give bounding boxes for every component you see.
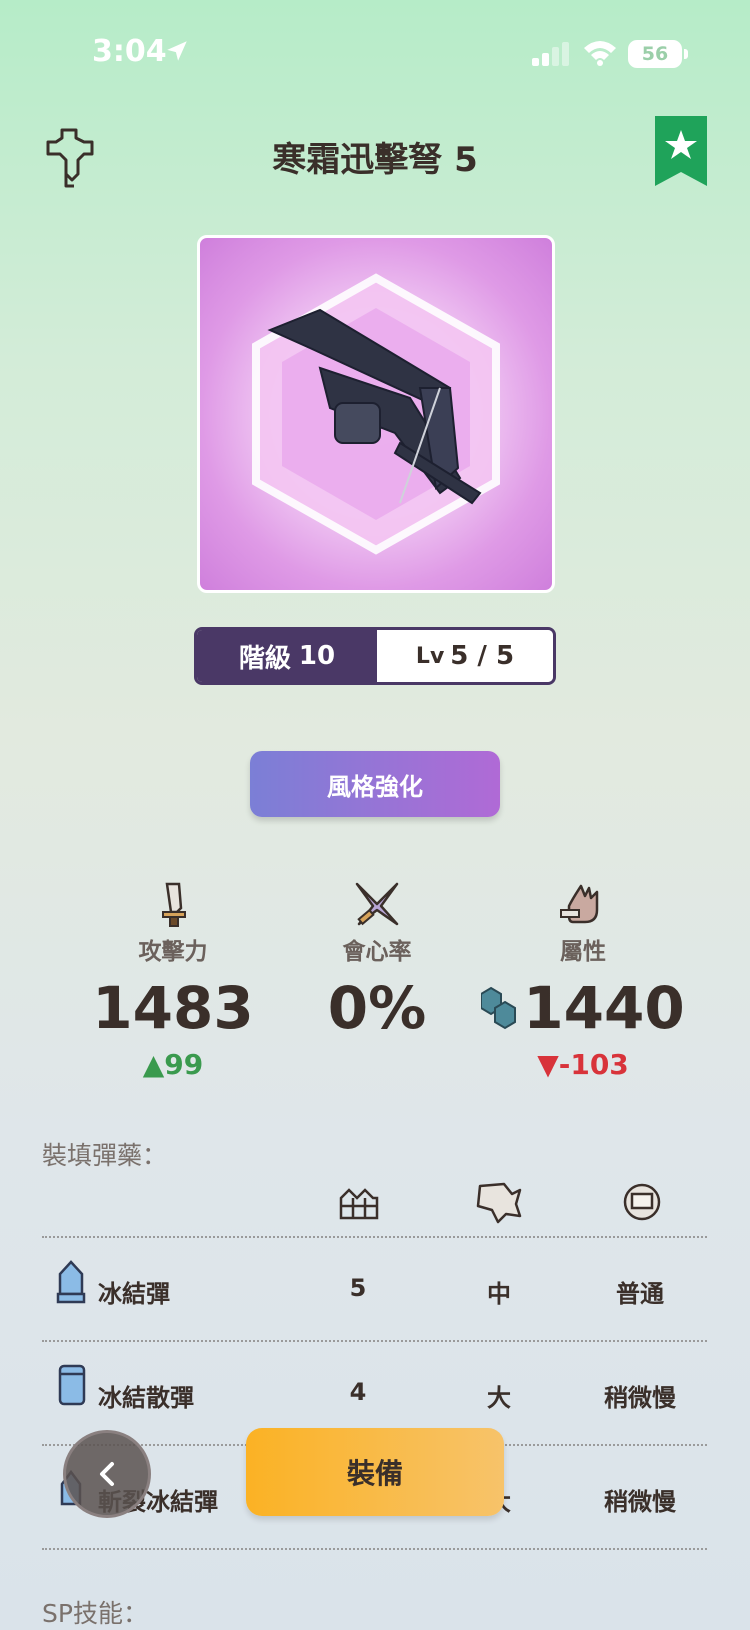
- ammo-capacity: 4: [349, 1378, 367, 1406]
- battery-indicator: 56: [628, 40, 688, 68]
- rank-indicator: 階級 10: [197, 630, 377, 682]
- attack-delta: ▲99: [142, 1048, 204, 1081]
- style-enhance-button[interactable]: 風格強化: [250, 751, 500, 817]
- divider: [42, 1340, 707, 1342]
- freeze-spread-ammo-icon: [58, 1364, 86, 1406]
- element-flame-icon: [560, 884, 599, 924]
- ammo-name: 冰結散彈: [98, 1384, 194, 1412]
- critical-label: 會心率: [342, 939, 412, 965]
- rank-value: 10: [298, 641, 336, 671]
- ammo-section-label: 裝填彈藥：: [42, 1141, 168, 1170]
- ammo-reload: 普通: [616, 1280, 664, 1308]
- critical-swords-icon: [355, 882, 399, 926]
- sword-icon: [162, 882, 186, 927]
- ice-crystal-icon: [481, 986, 517, 1030]
- favorite-bookmark-icon[interactable]: [655, 116, 707, 186]
- level-label: Lv: [415, 643, 445, 669]
- element-label: 屬性: [560, 939, 606, 965]
- weapon-image: [197, 235, 555, 593]
- crossbow-illustration: [252, 273, 500, 555]
- ammo-row: 冰結彈 5 中 普通: [42, 1240, 707, 1340]
- critical-value: 0%: [327, 974, 427, 1042]
- rank-label: 階級: [238, 643, 291, 674]
- element-value-row: 1440: [473, 974, 693, 1042]
- page-title: 寒霜迅擊弩 5: [272, 140, 478, 180]
- element-delta: ▼-103: [537, 1048, 629, 1081]
- cellular-signal-icon: [532, 42, 569, 66]
- location-arrow-icon: [167, 41, 187, 61]
- rank-level-bar: 階級 10 Lv 5 / 5: [194, 627, 556, 685]
- stat-element: 屬性 1440 ▼-103: [473, 880, 693, 1081]
- sp-skill-label: SP技能：: [42, 1599, 148, 1628]
- divider: [42, 1236, 707, 1238]
- equip-button[interactable]: 裝備: [246, 1428, 504, 1516]
- stat-attack: 攻擊力 1483 ▲99: [63, 880, 283, 1081]
- attack-value: 1483: [92, 974, 254, 1042]
- ammo-reload: 稍微慢: [604, 1384, 676, 1412]
- wifi-icon: [584, 41, 616, 66]
- ammo-recoil: 中: [487, 1280, 511, 1308]
- chevron-left-icon: [100, 1462, 114, 1486]
- stat-critical: 會心率 0%: [267, 880, 487, 1042]
- ammo-name: 冰結彈: [98, 1280, 170, 1308]
- clock: 3:04: [92, 34, 167, 69]
- back-button[interactable]: [63, 1430, 151, 1518]
- freeze-ammo-icon: [56, 1260, 86, 1304]
- status-bar: 3:04 56: [0, 0, 750, 100]
- ammo-reload: 稍微慢: [604, 1488, 676, 1516]
- level-indicator: Lv 5 / 5: [377, 630, 553, 682]
- recoil-icon: [476, 1182, 522, 1224]
- ammo-recoil: 大: [487, 1384, 511, 1412]
- divider: [42, 1548, 707, 1550]
- reload-icon: [623, 1183, 661, 1221]
- capacity-icon: [339, 1188, 379, 1220]
- element-value: 1440: [523, 974, 685, 1042]
- attack-label: 攻擊力: [138, 939, 208, 965]
- level-value: 5 / 5: [450, 641, 515, 671]
- ammo-capacity: 5: [349, 1274, 367, 1302]
- header: 寒霜迅擊弩 5: [0, 112, 750, 192]
